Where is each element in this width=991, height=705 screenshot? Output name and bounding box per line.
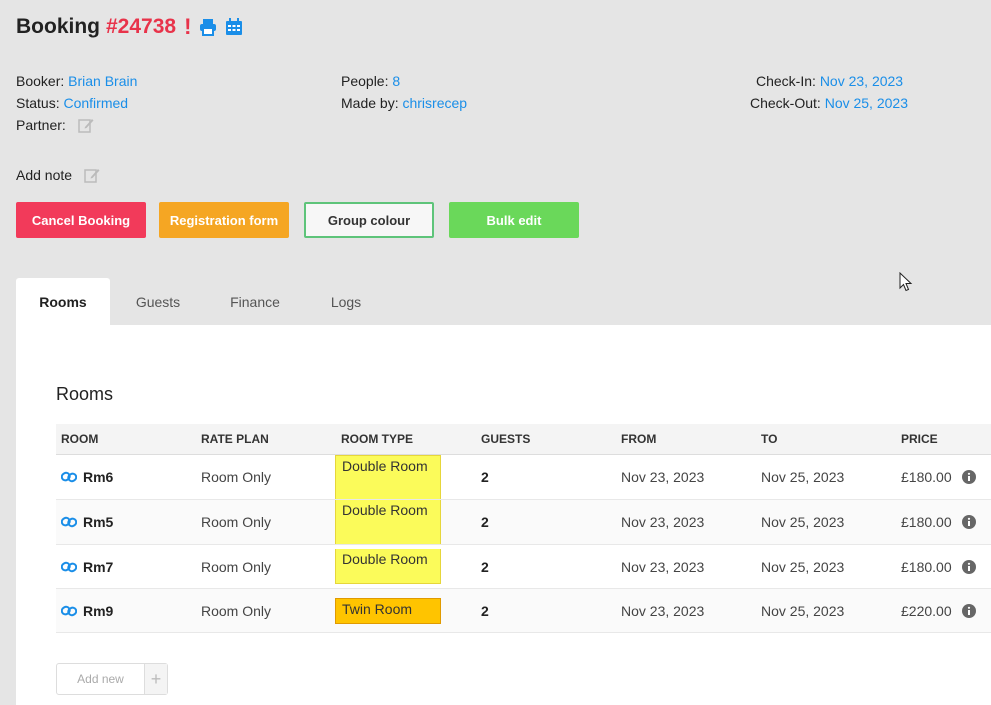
rate-plan: Room Only: [196, 499, 336, 545]
link-icon[interactable]: [61, 471, 77, 483]
partner-label: Partner:: [16, 117, 66, 133]
from-date: Nov 23, 2023: [616, 588, 756, 633]
col-rate-plan: RATE PLAN: [196, 424, 336, 455]
to-date: Nov 25, 2023: [756, 588, 896, 633]
guests-count: 2: [476, 544, 616, 589]
room-name[interactable]: Rm9: [83, 603, 113, 619]
rooms-panel: Rooms ROOM RATE PLAN ROOM TYPE GUESTS FR…: [16, 325, 991, 705]
room-link[interactable]: Rm7: [61, 545, 196, 588]
rooms-table: ROOM RATE PLAN ROOM TYPE GUESTS FROM TO …: [56, 424, 991, 633]
guests-count: 2: [476, 454, 616, 500]
room-link[interactable]: Rm5: [61, 501, 196, 544]
add-new-label[interactable]: Add new: [57, 664, 144, 694]
add-note-label[interactable]: Add note: [16, 167, 72, 183]
col-room-type: ROOM TYPE: [336, 424, 476, 455]
made-by-value[interactable]: chrisrecep: [402, 95, 467, 111]
info-icon[interactable]: [961, 515, 976, 529]
room-type-badge[interactable]: Double Room: [335, 549, 441, 584]
bulk-edit-button[interactable]: Bulk edit: [449, 202, 579, 238]
rate-plan: Room Only: [196, 454, 336, 500]
col-room: ROOM: [56, 424, 196, 455]
tab-rooms[interactable]: Rooms: [16, 278, 110, 325]
info-icon[interactable]: [961, 559, 976, 574]
checkin-value[interactable]: Nov 23, 2023: [820, 73, 903, 89]
col-price: PRICE: [896, 424, 991, 455]
print-icon[interactable]: [199, 18, 217, 36]
price: £180.00: [901, 469, 952, 485]
booking-info-left: Booker: Brian Brain Status: Confirmed Pa…: [16, 70, 137, 136]
partner-edit-icon[interactable]: [77, 117, 94, 133]
checkin-label: Check-In:: [756, 73, 816, 89]
people-label: People:: [341, 73, 389, 89]
booker-link[interactable]: Brian Brain: [68, 73, 137, 89]
note-edit-icon[interactable]: [84, 167, 100, 183]
people-value[interactable]: 8: [392, 73, 400, 89]
page-title: Booking #24738 !: [16, 14, 243, 40]
status-value[interactable]: Confirmed: [63, 95, 128, 111]
rate-plan: Room Only: [196, 544, 336, 589]
checkout-label: Check-Out:: [750, 95, 821, 111]
room-name[interactable]: Rm6: [83, 469, 113, 485]
info-icon[interactable]: [961, 470, 976, 484]
calendar-icon[interactable]: [225, 18, 243, 36]
plus-icon[interactable]: +: [144, 664, 167, 694]
table-row: Rm6 Room Only Double Room 2 Nov 23, 2023…: [56, 454, 991, 500]
room-type-badge[interactable]: Double Room: [335, 455, 441, 499]
room-name[interactable]: Rm7: [83, 559, 113, 575]
price: £220.00: [901, 602, 952, 619]
link-icon[interactable]: [61, 605, 77, 617]
room-link[interactable]: Rm6: [61, 456, 196, 499]
price: £180.00: [901, 558, 952, 575]
price: £180.00: [901, 514, 952, 530]
table-row: Rm5 Room Only Double Room 2 Nov 23, 2023…: [56, 499, 991, 545]
from-date: Nov 23, 2023: [616, 544, 756, 589]
rate-plan: Room Only: [196, 588, 336, 633]
table-row: Rm7 Room Only Double Room 2 Nov 23, 2023…: [56, 544, 991, 589]
made-by-label: Made by:: [341, 95, 399, 111]
table-row: Rm9 Room Only Twin Room 2 Nov 23, 2023 N…: [56, 588, 991, 633]
table-header-row: ROOM RATE PLAN ROOM TYPE GUESTS FROM TO …: [56, 424, 991, 455]
room-link[interactable]: Rm9: [61, 589, 196, 632]
from-date: Nov 23, 2023: [616, 454, 756, 500]
room-type-badge[interactable]: Double Room: [335, 500, 441, 544]
rooms-section-title: Rooms: [56, 384, 114, 404]
cancel-booking-button[interactable]: Cancel Booking: [16, 202, 146, 238]
room-type-badge[interactable]: Twin Room: [335, 597, 441, 624]
guests-count: 2: [476, 499, 616, 545]
group-colour-button[interactable]: Group colour: [304, 202, 434, 238]
info-icon[interactable]: [961, 603, 976, 618]
col-to: TO: [756, 424, 896, 455]
booker-label: Booker:: [16, 73, 65, 89]
tab-logs[interactable]: Logs: [304, 278, 388, 325]
booking-info-right: Check-In: Nov 23, 2023 Check-Out: Nov 25…: [750, 70, 908, 114]
tab-bar: Rooms Guests Finance Logs: [16, 278, 388, 325]
mouse-cursor-icon: [899, 272, 913, 292]
to-date: Nov 25, 2023: [756, 499, 896, 545]
room-name[interactable]: Rm5: [83, 514, 113, 530]
add-new-room-button[interactable]: Add new +: [56, 663, 168, 695]
tab-guests[interactable]: Guests: [110, 278, 206, 325]
checkout-value[interactable]: Nov 25, 2023: [825, 95, 908, 111]
to-date: Nov 25, 2023: [756, 544, 896, 589]
link-icon[interactable]: [61, 561, 77, 573]
alert-icon[interactable]: !: [184, 14, 191, 40]
tab-finance[interactable]: Finance: [206, 278, 304, 325]
registration-form-button[interactable]: Registration form: [159, 202, 289, 238]
guests-count: 2: [476, 588, 616, 633]
col-from: FROM: [616, 424, 756, 455]
link-icon[interactable]: [61, 516, 77, 528]
col-guests: GUESTS: [476, 424, 616, 455]
from-date: Nov 23, 2023: [616, 499, 756, 545]
booking-info-middle: People: 8 Made by: chrisrecep: [341, 70, 467, 114]
to-date: Nov 25, 2023: [756, 454, 896, 500]
booking-number: #24738: [106, 15, 177, 38]
booking-title: Booking: [16, 15, 100, 38]
status-label: Status:: [16, 95, 60, 111]
add-note[interactable]: Add note: [16, 164, 100, 186]
